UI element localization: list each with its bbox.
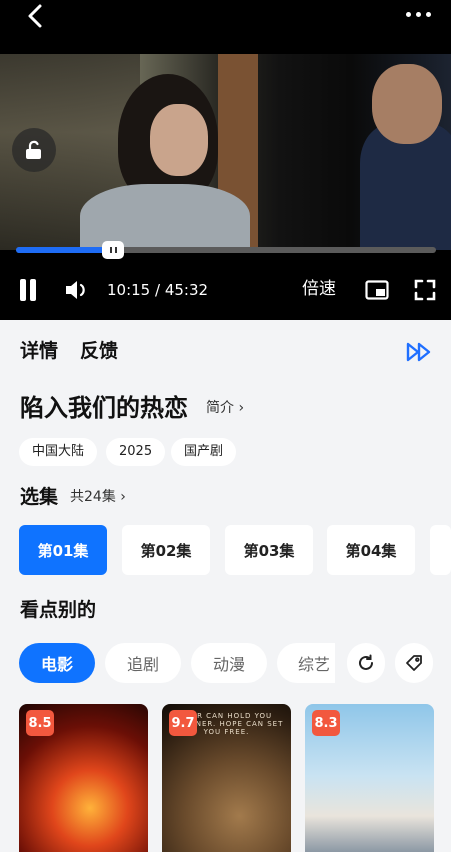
episode-button-02[interactable]: 第02集 (122, 525, 210, 575)
score-badge: 8.5 (26, 710, 54, 736)
tab-details[interactable]: 详情 (20, 338, 58, 364)
category-movies[interactable]: 电影 (19, 643, 95, 683)
show-title: 陷入我们的热恋 (20, 394, 188, 422)
pause-icon[interactable] (18, 279, 38, 301)
tag-genre[interactable]: 国产剧 (171, 438, 237, 466)
episode-button-03[interactable]: 第03集 (225, 525, 313, 575)
poster-card-1[interactable]: 8.5 (19, 704, 148, 852)
tag-region[interactable]: 中国大陆 (19, 438, 98, 466)
tag-year[interactable]: 2025 (106, 438, 166, 466)
tab-feedback[interactable]: 反馈 (80, 338, 118, 364)
episode-button-01[interactable]: 第01集 (19, 525, 107, 575)
refresh-icon[interactable] (347, 643, 385, 683)
progress-handle[interactable] (102, 241, 124, 259)
poster-card-2[interactable]: FEAR CAN HOLD YOU PRISONER. HOPE CAN SET… (162, 704, 291, 852)
discover-section-title: 看点别的 (20, 599, 97, 621)
category-variety[interactable]: 综艺 (277, 643, 335, 683)
video-frame[interactable] (0, 54, 451, 250)
score-badge: 8.3 (312, 710, 340, 736)
fast-forward-icon[interactable] (406, 342, 432, 362)
time-display: 10:15 / 45:32 (107, 281, 209, 299)
poster-card-3[interactable]: 8.3 (305, 704, 434, 852)
detail-panel: 详情 反馈 陷入我们的热恋 简介 › 中国大陆 2025 国产剧 选集 共24集… (0, 320, 451, 852)
episode-button-05[interactable] (430, 525, 451, 575)
score-badge: 9.7 (169, 710, 197, 736)
volume-icon[interactable] (64, 278, 90, 302)
more-icon[interactable] (400, 8, 436, 22)
category-anime[interactable]: 动漫 (191, 643, 267, 683)
speed-button[interactable]: 倍速 (302, 278, 336, 300)
progress-fill (16, 247, 113, 253)
unlock-icon[interactable] (12, 128, 56, 172)
category-series[interactable]: 追剧 (105, 643, 181, 683)
picture-in-picture-icon[interactable] (365, 279, 389, 301)
fullscreen-icon[interactable] (414, 279, 436, 301)
intro-link[interactable]: 简介 › (206, 398, 244, 418)
episodes-section-title: 选集 (20, 486, 59, 508)
tag-icon[interactable] (395, 643, 433, 683)
episode-button-04[interactable]: 第04集 (327, 525, 415, 575)
episode-count-link[interactable]: 共24集 › (70, 487, 126, 507)
progress-bar[interactable] (16, 241, 436, 259)
back-icon[interactable] (22, 2, 48, 30)
video-player[interactable]: 10:15 / 45:32 倍速 (0, 0, 451, 320)
